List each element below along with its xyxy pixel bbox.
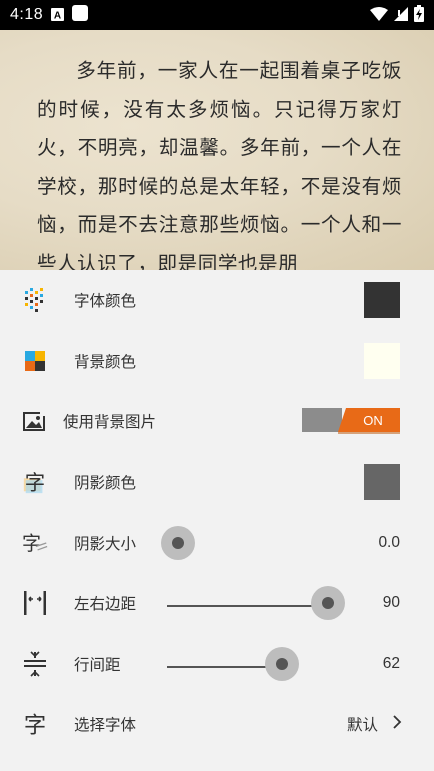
svg-text:A: A xyxy=(54,10,61,21)
a-box-icon: A xyxy=(51,6,65,25)
shadow-size-icon: 字 xyxy=(22,530,48,556)
shadow-color-swatch[interactable] xyxy=(364,464,400,500)
shadow-color-row[interactable]: 字 阴影颜色 xyxy=(0,452,434,512)
shadow-size-slider-knob[interactable] xyxy=(161,526,195,560)
status-bar: 4:18 A xyxy=(0,0,434,30)
line-spacing-icon xyxy=(22,651,48,677)
font-color-label: 字体颜色 xyxy=(74,292,137,310)
svg-text:字: 字 xyxy=(24,712,46,738)
status-time: 4:18 xyxy=(10,6,44,23)
line-spacing-row: 行间距 62 xyxy=(0,634,434,694)
side-margin-icon xyxy=(22,590,48,616)
reader-page[interactable]: 多年前，一家人在一起围着桌子吃饭的时候，没有太多烦恼。只记得万家灯火，不明亮，却… xyxy=(0,30,434,270)
font-select-label: 选择字体 xyxy=(74,716,137,734)
shadow-size-value: 0.0 xyxy=(378,534,400,551)
battery-charging-icon xyxy=(414,4,424,26)
side-margin-slider-track[interactable] xyxy=(167,605,327,607)
bg-color-swatch[interactable] xyxy=(364,343,400,379)
signal-icon xyxy=(394,6,408,25)
chevron-right-icon xyxy=(392,714,402,735)
line-spacing-slider-knob[interactable] xyxy=(265,647,299,681)
line-spacing-value: 62 xyxy=(382,655,400,672)
font-select-value: 默认 xyxy=(346,717,378,734)
line-spacing-label: 行间距 xyxy=(74,656,121,674)
side-margin-label: 左右边距 xyxy=(74,595,137,613)
bg-image-toggle[interactable]: ON xyxy=(302,408,400,434)
next-row-icon-partial xyxy=(30,764,60,771)
shadow-size-row: 字 阴影大小 0.0 xyxy=(0,513,434,573)
white-square-icon xyxy=(72,5,89,25)
font-color-icon xyxy=(22,287,48,313)
bg-color-row[interactable]: 背景颜色 xyxy=(0,331,434,391)
shadow-size-label: 阴影大小 xyxy=(74,535,137,553)
reader-text: 多年前，一家人在一起围着桌子吃饭的时候，没有太多烦恼。只记得万家灯火，不明亮，却… xyxy=(37,59,402,270)
svg-text:字: 字 xyxy=(22,533,41,555)
bg-color-label: 背景颜色 xyxy=(74,353,137,371)
side-margin-slider-knob[interactable] xyxy=(311,586,345,620)
wifi-icon xyxy=(370,6,388,25)
shadow-char-icon: 字 xyxy=(22,469,48,495)
bg-image-label: 使用背景图片 xyxy=(63,413,157,431)
font-color-swatch[interactable] xyxy=(364,282,400,318)
image-icon xyxy=(22,408,48,434)
side-margin-value: 90 xyxy=(382,594,400,611)
background-color-icon xyxy=(22,348,48,374)
font-select-icon: 字 xyxy=(22,711,48,738)
reader-settings-panel: 字体颜色 背景颜色 使用背景图片 ON 字 阴影颜色 字 阴影大小 0.0 左右… xyxy=(0,270,434,771)
side-margin-row: 左右边距 90 xyxy=(0,573,434,633)
font-color-row[interactable]: 字体颜色 xyxy=(0,270,434,330)
font-select-row[interactable]: 字 选择字体 默认 xyxy=(0,694,434,754)
svg-text:字: 字 xyxy=(25,470,45,494)
bg-image-row[interactable]: 使用背景图片 ON xyxy=(0,391,434,451)
toggle-on-label: ON xyxy=(338,408,400,432)
shadow-color-label: 阴影颜色 xyxy=(74,474,137,492)
